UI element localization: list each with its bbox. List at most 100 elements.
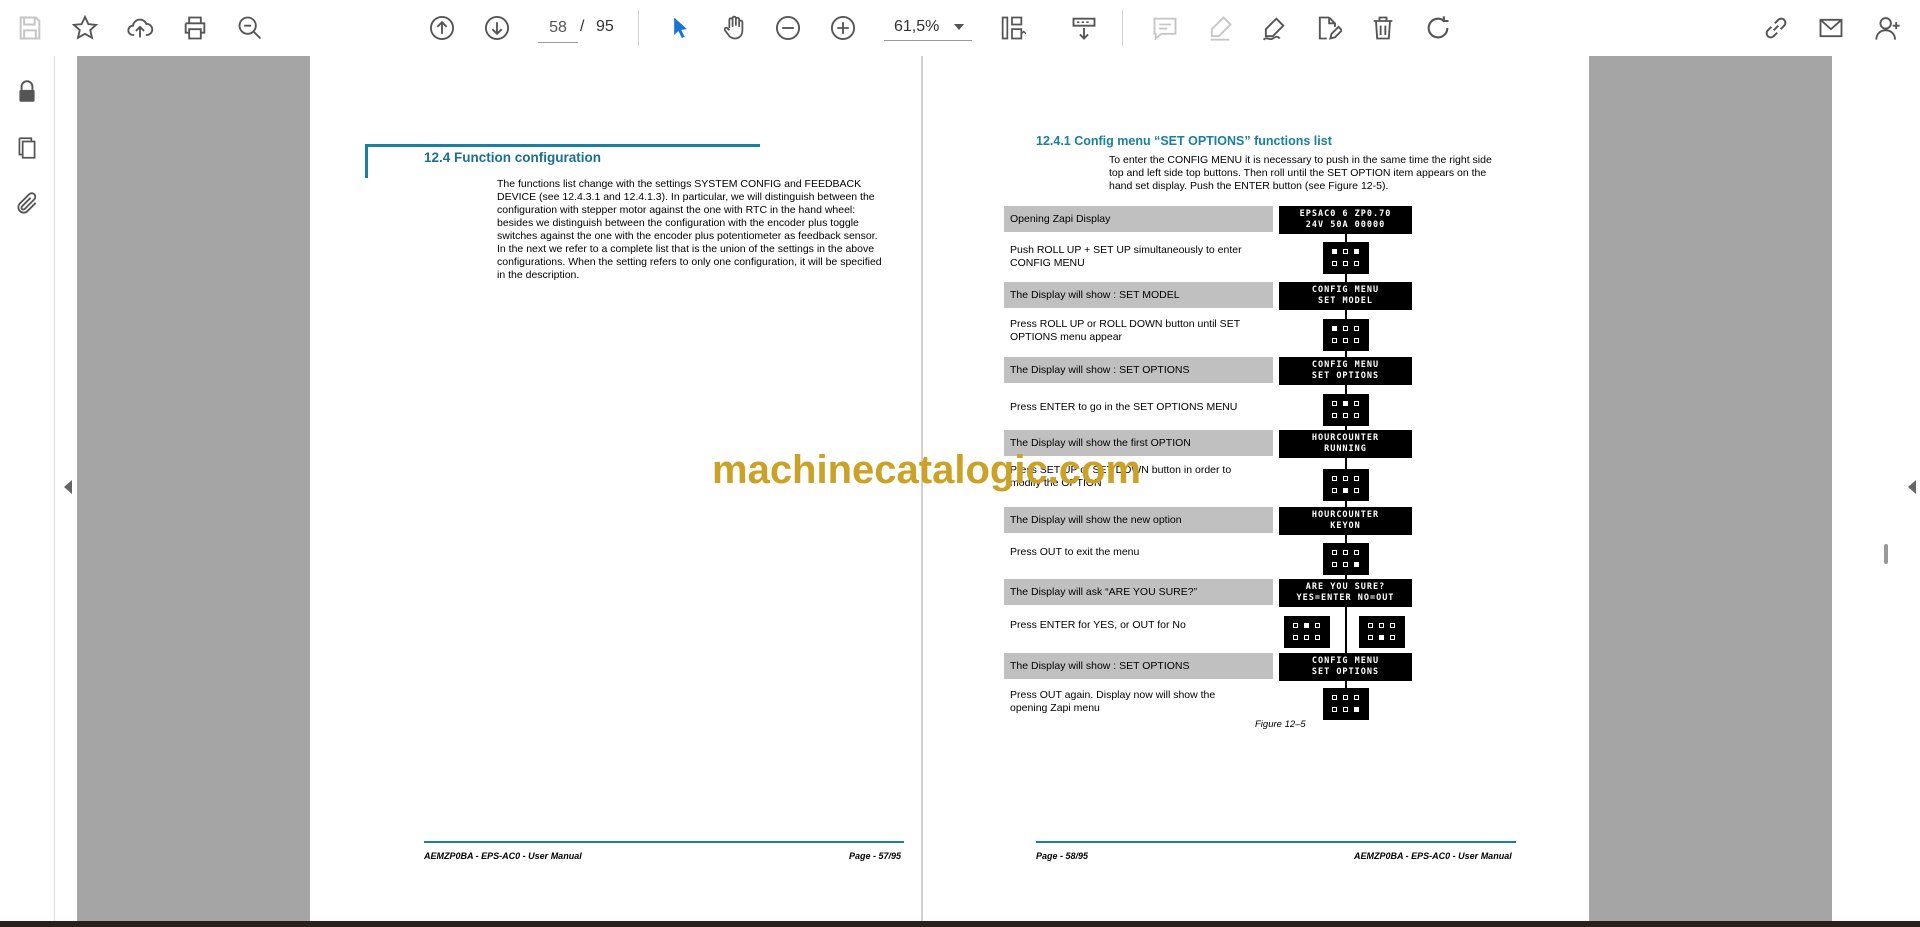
lcd-line: SET MODEL [1317,296,1374,306]
copy-pages-icon[interactable] [9,130,45,166]
zoom-search-icon[interactable] [232,10,268,46]
lcd-display: HOURCOUNTER KEYON [1279,507,1412,535]
rotate-icon[interactable] [1420,10,1456,46]
bookmark-star-icon[interactable] [67,10,103,46]
step-line: Push ROLL UP + SET UP simultaneously to … [1010,244,1242,256]
intro-line: top and left side top buttons. Then roll… [1109,167,1487,179]
zoom-in-icon[interactable] [825,10,861,46]
paragraph-line: configuration with stepper motor against… [497,204,856,216]
footer-rule [424,841,904,843]
attachment-icon[interactable] [9,186,45,222]
keypad-button [1343,249,1348,254]
keypad-button [1343,401,1348,406]
paragraph-line: In the next we refer to a complete list … [497,243,875,255]
step-line: Press ENTER for YES, or OUT for No [1010,619,1186,631]
keypad-icon [1323,242,1369,274]
comment-icon[interactable] [1147,10,1183,46]
keypad-button [1332,401,1337,406]
lcd-display: EPSAC0 6 ZP0.70 24V 50A 00000 [1279,206,1412,234]
scrollbar-thumb[interactable] [1884,544,1888,564]
keypad-icon [1359,616,1405,648]
intro-line: hand set display. Push the ENTER button … [1109,180,1389,192]
share-link-icon[interactable] [1758,10,1794,46]
keypad-icon [1323,543,1369,575]
scroll-mode-icon[interactable] [1066,10,1102,46]
page-layout-icon[interactable] [994,10,1030,46]
keypad-button [1332,261,1337,266]
intro-line: To enter the CONFIG MENU it is necessary… [1109,154,1492,166]
step-line: CONFIG MENU [1010,257,1085,269]
lock-icon[interactable] [9,74,45,110]
keypad-button [1332,476,1337,481]
zoom-out-icon[interactable] [770,10,806,46]
procedure-step: Push ROLL UP + SET UP simultaneously to … [1004,241,1273,273]
footer-rule [1036,841,1516,843]
keypad-button [1379,623,1384,628]
keypad-button [1354,249,1359,254]
page-up-icon[interactable] [424,10,460,46]
page-number-input[interactable] [538,14,578,43]
keypad-button [1343,261,1348,266]
keypad-button [1293,623,1298,628]
paragraph-line: in the description. [497,269,580,281]
section-title: 12.4 Function configuration [424,150,602,165]
lcd-line: EPSAC0 6 ZP0.70 [1299,209,1392,219]
step-line: Press ROLL UP or ROLL DOWN button until … [1010,318,1241,330]
paragraph-line: configurations. When the setting refers … [497,256,882,268]
keypad-button [1304,623,1309,628]
lcd-display: CONFIG MENU SET OPTIONS [1279,357,1412,385]
keypad-button [1390,635,1395,640]
procedure-step: Press ENTER to go in the SET OPTIONS MEN… [1004,394,1273,420]
procedure-step: Press OUT to exit the menu [1004,539,1273,565]
keypad-icon [1323,319,1369,351]
procedure-step: Opening Zapi Display [1004,206,1273,232]
save-icon[interactable] [12,10,48,46]
keypad-button [1343,695,1348,700]
step-line: The Display will show : SET MODEL [1010,289,1180,301]
viewer-background [1589,56,1832,921]
lcd-line: SET OPTIONS [1311,667,1380,677]
step-line: The Display will show the new option [1010,514,1182,526]
footer-right: Page - 57/95 [849,851,902,861]
section-paragraph: The functions list change with the setti… [497,178,917,282]
subsection-title: 12.4.1 Config menu “SET OPTIONS” functio… [1036,134,1332,148]
collapse-left-panel-icon[interactable] [64,480,72,494]
page-down-icon[interactable] [479,10,515,46]
zoom-dropdown[interactable]: 61,5% [884,14,972,41]
zoom-value: 61,5% [894,18,940,35]
lcd-display: HOURCOUNTER RUNNING [1279,430,1412,458]
collapse-right-panel-icon[interactable] [1908,480,1916,494]
procedure-step: The Display will show : SET OPTIONS [1004,653,1273,679]
keypad-button [1354,338,1359,343]
intro-paragraph: To enter the CONFIG MENU it is necessary… [1109,154,1539,193]
lcd-display: CONFIG MENU SET MODEL [1279,282,1412,310]
keypad-button [1304,635,1309,640]
sign-icon[interactable] [1256,10,1292,46]
footer-left: Page - 58/95 [1036,851,1089,861]
select-cursor-icon[interactable] [662,10,698,46]
procedure-step: Press OUT again. Display now will show t… [1004,686,1273,718]
procedure-step: The Display will show : SET MODEL [1004,282,1273,308]
keypad-button [1332,550,1337,555]
add-user-icon[interactable] [1870,10,1906,46]
section-rule [365,144,368,178]
cloud-upload-icon[interactable] [122,10,158,46]
keypad-button [1343,413,1348,418]
procedure-step: The Display will ask “ARE YOU SURE?” [1004,579,1273,605]
keypad-button [1354,326,1359,331]
lcd-line: HOURCOUNTER [1311,510,1380,520]
highlight-icon[interactable] [1202,10,1238,46]
print-icon[interactable] [177,10,213,46]
email-icon[interactable] [1813,10,1849,46]
keypad-button [1315,635,1320,640]
keypad-button [1332,413,1337,418]
keypad-button [1343,488,1348,493]
delete-icon[interactable] [1365,10,1401,46]
lcd-line: CONFIG MENU [1311,656,1380,666]
keypad-button [1332,326,1337,331]
hand-tool-icon[interactable] [716,10,752,46]
left-navigation-rail [0,56,55,921]
edit-pdf-icon[interactable] [1310,10,1346,46]
keypad-button [1368,623,1373,628]
lcd-line: CONFIG MENU [1311,360,1380,370]
